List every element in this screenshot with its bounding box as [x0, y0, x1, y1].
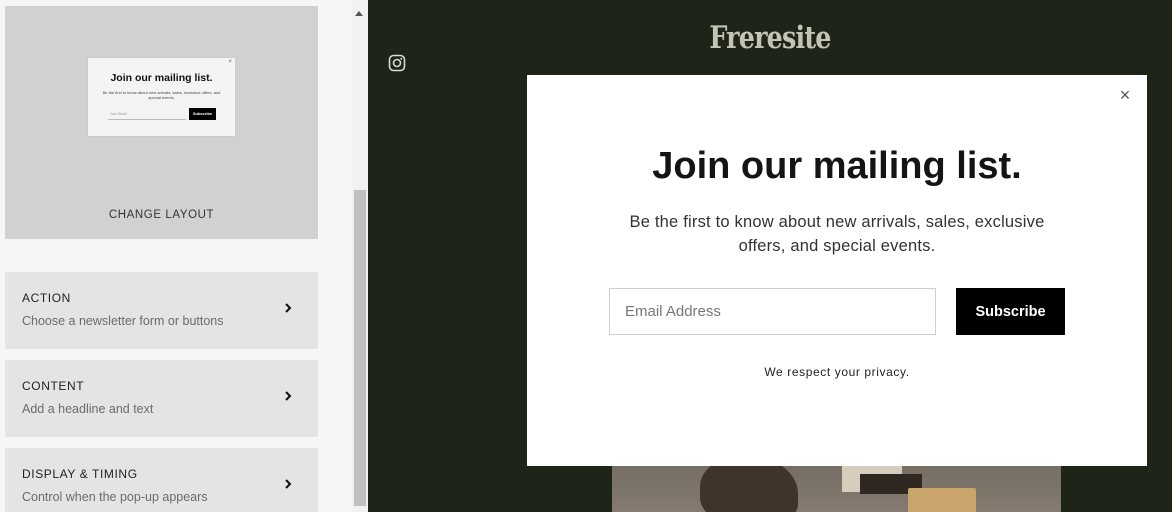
chevron-right-icon	[285, 303, 292, 313]
instagram-icon[interactable]	[388, 54, 406, 72]
popup-description: Be the first to know about new arrivals,…	[629, 213, 1045, 255]
content-option[interactable]: CONTENT Add a headline and text	[5, 360, 318, 437]
option-subtitle: Control when the pop-up appears	[22, 490, 208, 504]
option-subtitle: Choose a newsletter form or buttons	[22, 314, 224, 328]
scrollbar-thumb[interactable]	[354, 190, 366, 506]
privacy-note: We respect your privacy.	[764, 365, 910, 379]
panel-scrollbar[interactable]	[352, 0, 368, 512]
popup-title: Join our mailing list.	[652, 145, 1022, 187]
option-title: ACTION	[22, 291, 71, 305]
thumbnail-title: Join our mailing list.	[110, 72, 213, 84]
option-subtitle: Add a headline and text	[22, 402, 154, 416]
chevron-right-icon	[285, 479, 292, 489]
option-title: CONTENT	[22, 379, 85, 393]
thumbnail-close-icon: ×	[228, 59, 232, 65]
popup-editor-panel: × Join our mailing list. Be the first to…	[0, 0, 368, 512]
mailing-list-popup: × Join our mailing list. Be the first to…	[527, 75, 1147, 466]
email-field[interactable]	[609, 288, 936, 335]
thumbnail-email-input: Your Email	[108, 108, 186, 120]
layout-preview-thumbnail: × Join our mailing list. Be the first to…	[88, 58, 235, 136]
chevron-right-icon	[285, 391, 292, 401]
close-icon[interactable]: ×	[1117, 86, 1133, 104]
site-logo[interactable]: Freresite	[440, 20, 1099, 56]
subscribe-button[interactable]: Subscribe	[956, 288, 1065, 335]
thumbnail-subscribe-button: Subscribe	[189, 108, 216, 120]
option-title: DISPLAY & TIMING	[22, 467, 138, 481]
change-layout-label: CHANGE LAYOUT	[108, 209, 215, 221]
action-option[interactable]: ACTION Choose a newsletter form or butto…	[5, 272, 318, 349]
site-preview: Freresite × Join our mailing list. Be th…	[368, 0, 1172, 512]
display-timing-option[interactable]: DISPLAY & TIMING Control when the pop-up…	[5, 448, 318, 512]
thumbnail-text: Be the first to know about new arrivals,…	[102, 90, 221, 100]
change-layout-card[interactable]: × Join our mailing list. Be the first to…	[5, 6, 318, 239]
scroll-up-arrow-icon[interactable]	[355, 11, 363, 16]
